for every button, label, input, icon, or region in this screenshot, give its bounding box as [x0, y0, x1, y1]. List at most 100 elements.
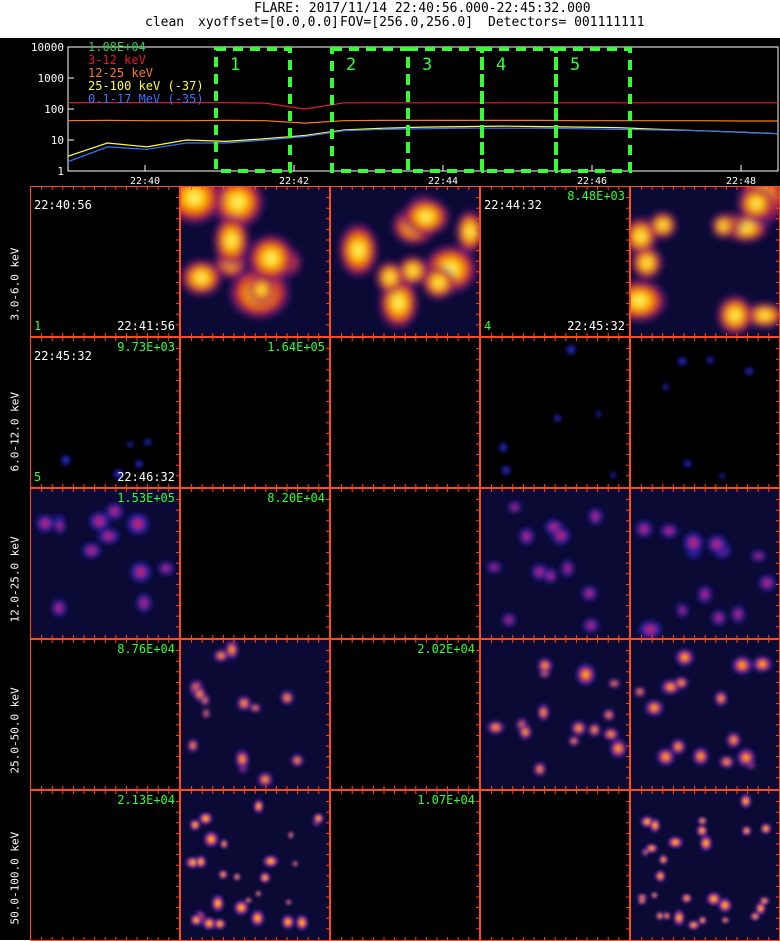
emission-source — [54, 517, 66, 535]
image-panel[interactable]: 8.76E+04 — [30, 639, 180, 790]
emission-source — [250, 909, 265, 927]
emission-source — [280, 690, 294, 705]
emission-source — [660, 524, 679, 538]
image-panel[interactable]: 22:44:32 8.48E+03 4 22:45:32 — [480, 186, 630, 337]
image-panel[interactable]: 1.53E+05 — [30, 488, 180, 639]
emission-source — [211, 894, 225, 913]
emission-source — [717, 897, 732, 913]
image-panel[interactable] — [330, 186, 480, 337]
image-panel[interactable] — [180, 639, 330, 790]
emission-source — [561, 559, 574, 578]
emission-source — [674, 676, 689, 689]
panel-image — [631, 640, 779, 789]
emission-source — [575, 663, 596, 686]
panel-image — [341, 338, 479, 487]
image-panel[interactable] — [630, 186, 780, 337]
emission-source — [738, 187, 775, 221]
panel-image — [631, 187, 779, 336]
x-tick-label: 22:44 — [428, 176, 458, 186]
y-tick-label: 10 — [51, 134, 64, 147]
emission-source — [288, 831, 294, 839]
emission-source — [635, 520, 653, 538]
emission-source — [714, 690, 728, 707]
image-panel[interactable] — [480, 337, 630, 488]
panel-image — [481, 489, 629, 638]
panel-image — [191, 338, 329, 487]
emission-source — [717, 296, 753, 335]
emission-source — [706, 534, 727, 554]
x-tick-label: 22:46 — [577, 176, 607, 186]
emission-source — [609, 739, 627, 759]
emission-source — [339, 224, 378, 277]
emission-source — [35, 514, 55, 533]
panel-image — [631, 489, 779, 638]
emission-source — [699, 834, 713, 852]
emission-source — [697, 585, 712, 604]
emission-source — [552, 413, 563, 423]
panel-label-bl: 4 — [484, 319, 492, 333]
image-panel[interactable]: 22:40:56 1 22:41:56 — [30, 186, 180, 337]
image-panel[interactable] — [630, 337, 780, 488]
image-panel[interactable]: 22:45:32 9.73E+03 5 22:46:32 — [30, 337, 180, 488]
image-grid: 22:40:56 1 22:41:56 22:44:32 8.48E+03 4 22:45:… — [30, 186, 780, 941]
emission-source — [759, 896, 770, 905]
emission-source — [181, 260, 222, 296]
panel-label-tr: 1.07E+04 — [417, 793, 475, 807]
emission-source — [249, 703, 261, 713]
emission-source — [743, 366, 756, 376]
image-panel[interactable] — [480, 639, 630, 790]
emission-source — [740, 793, 752, 809]
emission-source — [608, 679, 621, 688]
panel-label-tr: 8.76E+04 — [117, 642, 175, 656]
panel-label-tl: 22:45:32 — [34, 349, 92, 363]
emission-source — [581, 585, 598, 601]
panel-label-tr: 2.13E+04 — [117, 793, 175, 807]
emission-source — [609, 471, 618, 480]
emission-source — [654, 869, 666, 883]
emission-source — [663, 911, 671, 920]
emission-source — [125, 440, 135, 449]
image-background — [481, 338, 629, 487]
emission-source — [760, 823, 772, 835]
x-tick-label: 22:40 — [130, 176, 160, 186]
emission-source — [661, 383, 670, 392]
emission-source — [376, 261, 404, 293]
image-panel[interactable] — [630, 488, 780, 639]
panel-label-tr: 9.73E+03 — [117, 340, 175, 354]
interval-label: 2 — [346, 55, 356, 75]
image-panel[interactable] — [480, 790, 630, 941]
emission-source — [588, 507, 603, 525]
image-panel[interactable]: 8.20E+04 — [180, 488, 330, 639]
panel-ticks — [341, 489, 479, 638]
image-panel[interactable]: 2.02E+04 — [330, 639, 480, 790]
image-panel[interactable] — [630, 790, 780, 941]
image-panel[interactable] — [330, 337, 480, 488]
image-panel[interactable] — [180, 790, 330, 941]
emission-source — [697, 817, 708, 825]
image-panel[interactable] — [630, 639, 780, 790]
emission-source — [259, 872, 271, 884]
emission-source — [189, 819, 201, 831]
image-panel[interactable] — [480, 488, 630, 639]
image-panel[interactable]: 2.13E+04 — [30, 790, 180, 941]
image-panel[interactable] — [330, 488, 480, 639]
panel-label-tr: 8.48E+03 — [567, 189, 625, 203]
emission-source — [220, 838, 228, 849]
emission-source — [650, 891, 658, 899]
image-panel[interactable]: 1.64E+05 — [180, 337, 330, 488]
energy-band-label: 12.0-25.0 keV — [8, 536, 22, 623]
flare-title: FLARE: 2017/11/14 22:40:56.000-22:45:32.… — [254, 1, 591, 16]
panel-ticks — [341, 338, 479, 487]
legend-item: 1.08E+04 — [88, 40, 146, 54]
emission-source — [603, 709, 615, 721]
image-panel[interactable]: 1.07E+04 — [330, 790, 480, 941]
emission-source — [752, 656, 773, 673]
emission-source — [295, 914, 309, 931]
emission-source — [750, 912, 760, 921]
emission-source — [195, 855, 207, 869]
image-panel[interactable] — [180, 186, 330, 337]
emission-source — [570, 720, 587, 736]
emission-source — [736, 748, 756, 768]
panel-label-tl: 22:44:32 — [484, 198, 542, 212]
panel-label-bl: 5 — [34, 470, 42, 484]
